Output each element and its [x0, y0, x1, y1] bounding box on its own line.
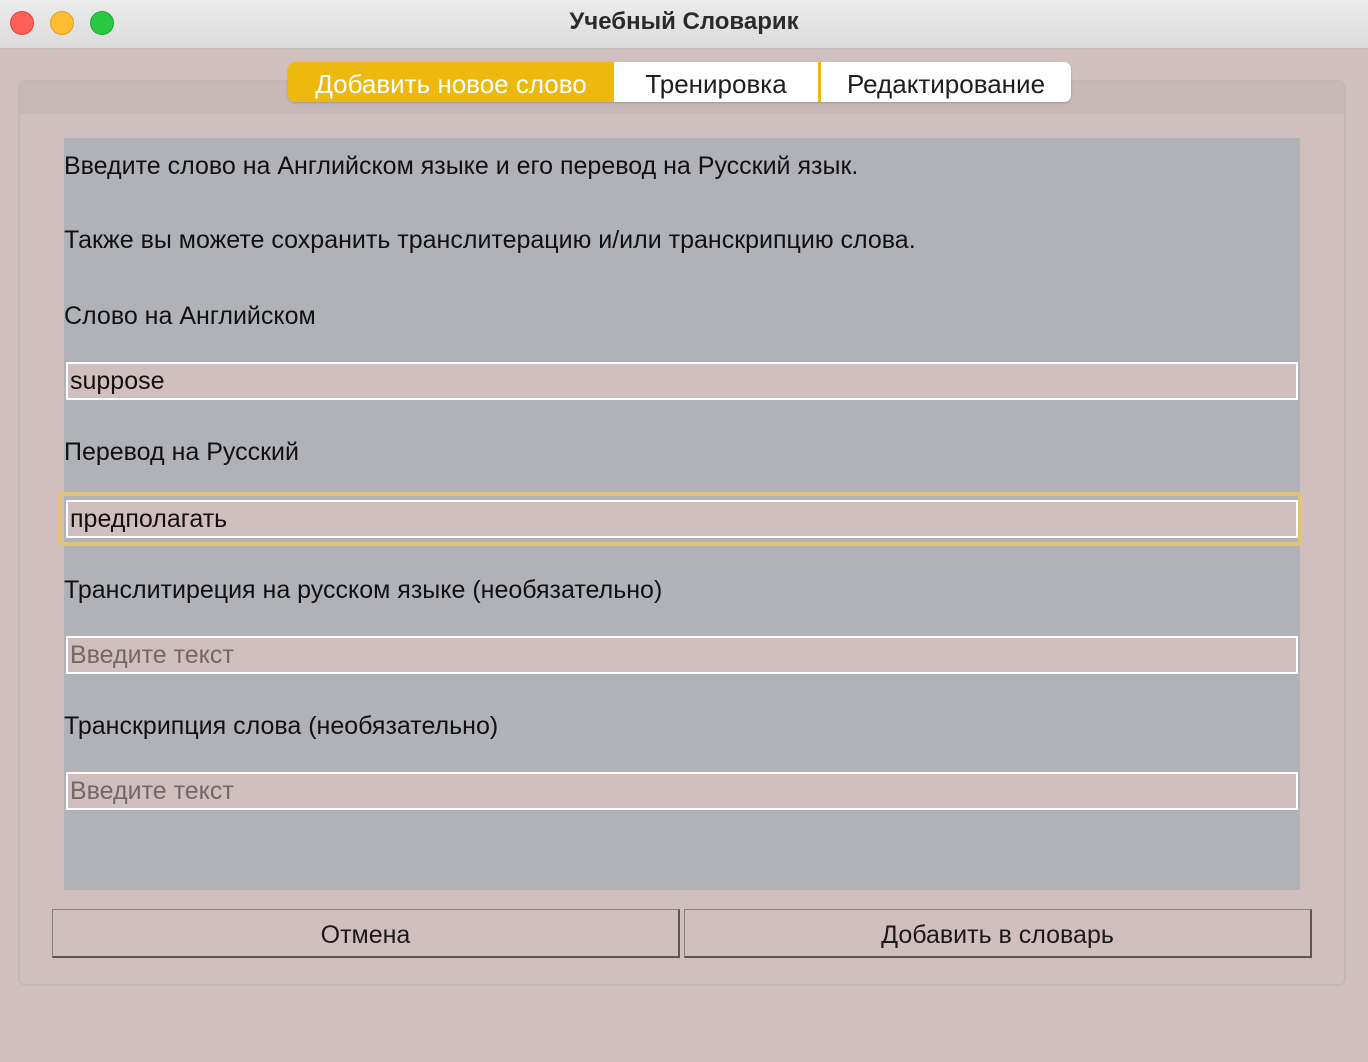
tab-training[interactable]: Тренировка	[614, 62, 818, 102]
app-window: Учебный Словарик Добавить новое слово Тр…	[0, 0, 1368, 1062]
russian-translation-input[interactable]	[66, 500, 1298, 538]
russian-translation-label: Перевод на Русский	[64, 438, 299, 466]
tab-editing[interactable]: Редактирование	[821, 62, 1071, 102]
english-word-input[interactable]	[66, 362, 1298, 400]
transliteration-input[interactable]	[66, 636, 1298, 674]
title-bar: Учебный Словарик	[0, 0, 1368, 49]
add-to-dictionary-button[interactable]: Добавить в словарь	[684, 909, 1312, 958]
intro-text-line1: Введите слово на Английском языке и его …	[64, 152, 859, 180]
transcription-input[interactable]	[66, 772, 1298, 810]
cancel-button[interactable]: Отмена	[52, 909, 680, 958]
tab-add-new-word[interactable]: Добавить новое слово	[288, 62, 614, 102]
english-word-label: Слово на Английском	[64, 302, 316, 330]
transliteration-label: Транслитиреция на русском языке (необяза…	[64, 576, 663, 604]
window-title: Учебный Словарик	[569, 8, 799, 35]
tab-bar: Добавить новое слово Тренировка Редактир…	[288, 62, 1071, 102]
add-word-form: Введите слово на Английском языке и его …	[58, 138, 1302, 890]
intro-text-line2: Также вы можете сохранить транслитерацию…	[64, 226, 916, 254]
transcription-label: Транскрипция слова (необязательно)	[64, 712, 499, 740]
